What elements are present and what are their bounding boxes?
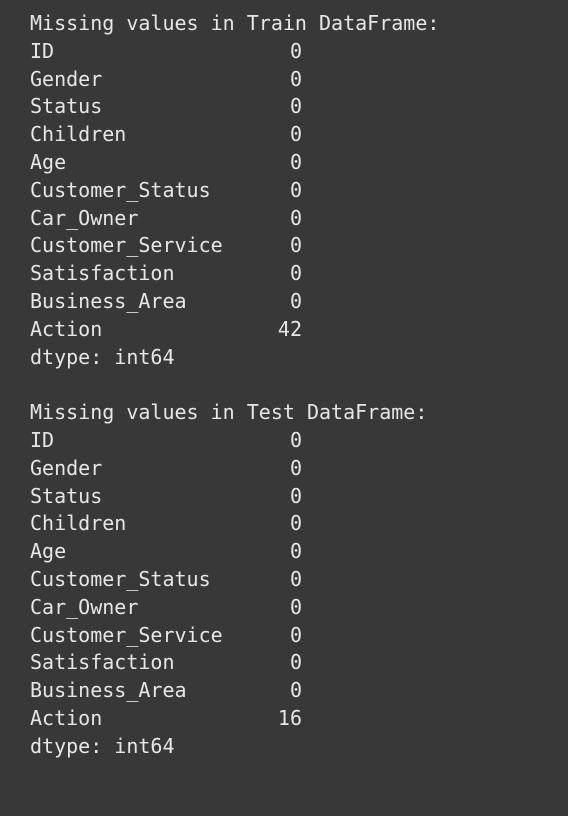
column-name: ID: [30, 38, 55, 63]
missing-count: 0: [289, 622, 302, 647]
missing-count: 0: [289, 427, 302, 452]
missing-count: 0: [289, 566, 302, 591]
test-missing-values: Missing values in Test DataFrame: ID 0 G…: [30, 399, 550, 760]
train-row: Gender 0: [30, 66, 550, 94]
missing-count: 42: [277, 316, 302, 341]
missing-count: 0: [289, 149, 302, 174]
missing-count: 0: [289, 455, 302, 480]
column-name: Business_Area: [30, 678, 187, 703]
train-missing-values: Missing values in Train DataFrame: ID 0 …: [30, 10, 550, 371]
test-row: Action 16: [30, 705, 550, 733]
column-name: Satisfaction: [30, 261, 175, 286]
column-name: Car_Owner: [30, 594, 139, 619]
train-row: Status 0: [30, 93, 550, 121]
column-name: Car_Owner: [30, 205, 139, 230]
column-name: Gender: [30, 66, 103, 91]
missing-count: 0: [289, 66, 302, 91]
train-row: Age 0: [30, 149, 550, 177]
column-name: Status: [30, 483, 103, 508]
missing-count: 0: [289, 38, 302, 63]
missing-count: 16: [277, 705, 302, 730]
train-dtype: dtype: int64: [30, 344, 175, 369]
column-name: Business_Area: [30, 288, 187, 313]
column-name: Age: [30, 149, 67, 174]
train-row: Customer_Status 0: [30, 177, 550, 205]
train-row: ID 0: [30, 38, 550, 66]
missing-count: 0: [289, 511, 302, 536]
column-name: Customer_Service: [30, 233, 223, 258]
test-row: Customer_Status 0: [30, 566, 550, 594]
column-name: Customer_Status: [30, 566, 211, 591]
column-name: Children: [30, 122, 127, 147]
missing-count: 0: [289, 483, 302, 508]
test-heading: Missing values in Test DataFrame:: [30, 400, 428, 425]
train-row: Action 42: [30, 316, 550, 344]
column-name: Gender: [30, 455, 103, 480]
missing-count: 0: [289, 205, 302, 230]
train-heading: Missing values in Train DataFrame:: [30, 11, 440, 35]
missing-count: 0: [289, 288, 302, 313]
train-row: Business_Area 0: [30, 288, 550, 316]
missing-count: 0: [289, 678, 302, 703]
missing-count: 0: [289, 177, 302, 202]
test-row: Business_Area 0: [30, 677, 550, 705]
test-row: Customer_Service 0: [30, 622, 550, 650]
train-row: Customer_Service 0: [30, 232, 550, 260]
column-name: Satisfaction: [30, 650, 175, 675]
train-row: Children 0: [30, 121, 550, 149]
column-name: Status: [30, 94, 103, 119]
missing-count: 0: [289, 122, 302, 147]
column-name: Customer_Status: [30, 177, 211, 202]
missing-count: 0: [289, 261, 302, 286]
missing-count: 0: [289, 650, 302, 675]
notebook-cell-output: Missing values in Train DataFrame: ID 0 …: [30, 10, 550, 761]
column-name: Children: [30, 511, 127, 536]
column-name: Age: [30, 539, 67, 564]
train-row: Car_Owner 0: [30, 205, 550, 233]
missing-count: 0: [289, 233, 302, 258]
test-row: Status 0: [30, 483, 550, 511]
test-row: Children 0: [30, 510, 550, 538]
test-row: Satisfaction 0: [30, 649, 550, 677]
test-row: ID 0: [30, 427, 550, 455]
missing-count: 0: [289, 594, 302, 619]
test-row: Gender 0: [30, 455, 550, 483]
column-name: Action: [30, 705, 103, 730]
missing-count: 0: [289, 539, 302, 564]
column-name: Customer_Service: [30, 622, 223, 647]
missing-count: 0: [289, 94, 302, 119]
column-name: Action: [30, 316, 103, 341]
test-row: Age 0: [30, 538, 550, 566]
test-dtype: dtype: int64: [30, 733, 175, 758]
train-row: Satisfaction 0: [30, 260, 550, 288]
column-name: ID: [30, 427, 55, 452]
test-row: Car_Owner 0: [30, 594, 550, 622]
